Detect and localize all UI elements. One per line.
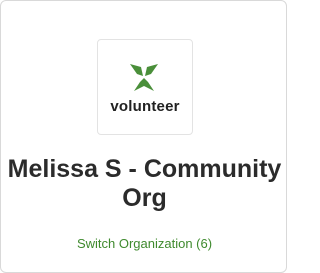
- organization-name: Melissa S - Community Org: [7, 155, 282, 212]
- organization-card: volunteer Melissa S - Community Org Swit…: [0, 0, 287, 273]
- volunteer-logo-icon: [130, 64, 158, 91]
- logo-wordmark: volunteer: [110, 98, 180, 115]
- switch-organization-link[interactable]: Switch Organization (6): [1, 236, 288, 251]
- organization-logo: volunteer: [97, 39, 193, 135]
